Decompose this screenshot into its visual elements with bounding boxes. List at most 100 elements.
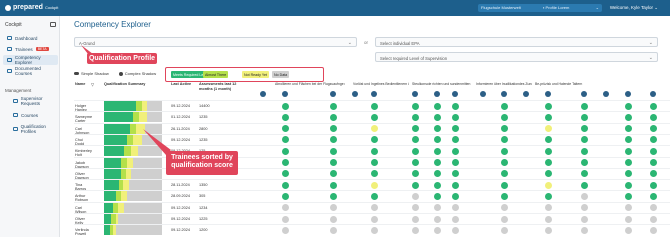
trainee-name[interactable]: Verlinda Powell xyxy=(75,228,89,236)
competency-status-icon[interactable] xyxy=(282,192,289,200)
competency-status-icon[interactable] xyxy=(412,170,419,178)
competency-status-icon[interactable] xyxy=(452,192,459,200)
competency-status-icon[interactable] xyxy=(330,159,337,166)
sidebar-item-courses[interactable]: Courses xyxy=(3,110,58,120)
competency-status-icon[interactable] xyxy=(330,136,337,144)
competency-status-icon[interactable] xyxy=(625,159,632,166)
competency-status-icon[interactable] xyxy=(501,204,508,212)
competency-status-icon[interactable] xyxy=(650,147,657,155)
competency-status-icon[interactable] xyxy=(452,181,459,189)
col-last-active[interactable]: Last Active xyxy=(171,82,191,86)
competency-status-icon[interactable] xyxy=(371,215,378,223)
epa-select[interactable]: Select individual EPA ⌄ xyxy=(375,37,658,47)
competency-status-icon[interactable] xyxy=(625,226,632,234)
competency-status-icon[interactable] xyxy=(501,147,508,155)
competency-status-icon[interactable] xyxy=(625,102,632,110)
competency-status-icon[interactable] xyxy=(282,170,289,178)
competency-status-icon[interactable] xyxy=(545,113,552,121)
competency-status-icon[interactable] xyxy=(581,170,588,178)
competency-status-icon[interactable] xyxy=(581,113,588,121)
competency-status-icon[interactable] xyxy=(412,215,419,223)
competency-status-icon[interactable] xyxy=(412,226,419,234)
competency-status-icon[interactable] xyxy=(282,204,289,212)
competency-status-icon[interactable] xyxy=(650,113,657,121)
competency-status-icon[interactable] xyxy=(501,215,508,223)
competency-status-icon[interactable] xyxy=(371,204,378,212)
competency-status-icon[interactable] xyxy=(452,113,459,121)
competency-status-icon[interactable] xyxy=(545,159,552,166)
competency-status-icon[interactable] xyxy=(545,192,552,200)
competency-status-icon[interactable] xyxy=(625,113,632,121)
competency-status-icon[interactable] xyxy=(501,192,508,200)
competency-status-icon[interactable] xyxy=(282,113,289,121)
competency-status-icon[interactable] xyxy=(434,204,441,212)
competency-status-icon[interactable] xyxy=(371,125,378,133)
competency-status-icon[interactable] xyxy=(371,226,378,234)
competency-status-icon[interactable] xyxy=(412,136,419,144)
filter-icon[interactable]: ▽ xyxy=(91,82,94,87)
sidebar-item-documented-courses[interactable]: Documented Courses xyxy=(3,66,58,76)
competency-status-icon[interactable] xyxy=(412,113,419,121)
supervision-select[interactable]: Select required Level of Supervision ⌄ xyxy=(375,52,658,62)
competency-status-icon[interactable] xyxy=(371,147,378,155)
competency-status-icon[interactable] xyxy=(501,181,508,189)
competency-status-icon[interactable] xyxy=(282,125,289,133)
competency-status-icon[interactable] xyxy=(452,125,459,133)
competency-status-icon[interactable] xyxy=(581,125,588,133)
competency-status-icon[interactable] xyxy=(452,147,459,155)
competency-status-icon[interactable] xyxy=(434,113,441,121)
competency-status-icon[interactable] xyxy=(330,170,337,178)
competency-status-icon[interactable] xyxy=(330,102,337,110)
competency-status-icon[interactable] xyxy=(330,226,337,234)
col-name[interactable]: Name xyxy=(75,82,85,86)
competency-status-icon[interactable] xyxy=(330,181,337,189)
competency-status-icon[interactable] xyxy=(452,136,459,144)
competency-status-icon[interactable] xyxy=(452,226,459,234)
competency-status-icon[interactable] xyxy=(371,181,378,189)
competency-status-icon[interactable] xyxy=(412,147,419,155)
competency-status-icon[interactable] xyxy=(412,159,419,166)
competency-status-icon[interactable] xyxy=(625,170,632,178)
competency-status-icon[interactable] xyxy=(330,147,337,155)
profile-select[interactable]: ▪ Profile Lorem ⌄ xyxy=(540,4,602,12)
competency-status-icon[interactable] xyxy=(581,181,588,189)
competency-status-icon[interactable] xyxy=(412,204,419,212)
competency-status-icon[interactable] xyxy=(434,215,441,223)
competency-status-icon[interactable] xyxy=(581,192,588,200)
sidebar-item-supervisor-requests[interactable]: Supervisor Requests xyxy=(3,96,58,106)
competency-status-icon[interactable] xyxy=(625,204,632,212)
competency-status-icon[interactable] xyxy=(434,170,441,178)
competency-status-icon[interactable] xyxy=(501,226,508,234)
competency-status-icon[interactable] xyxy=(371,159,378,166)
sidebar-item-qualification-profiles[interactable]: Qualification Profiles xyxy=(3,124,58,134)
competency-status-icon[interactable] xyxy=(282,159,289,166)
competency-status-icon[interactable] xyxy=(581,136,588,144)
competency-status-icon[interactable] xyxy=(650,102,657,110)
competency-status-icon[interactable] xyxy=(650,204,657,212)
competency-status-icon[interactable] xyxy=(282,226,289,234)
competency-status-icon[interactable] xyxy=(452,204,459,212)
competency-status-icon[interactable] xyxy=(452,102,459,110)
competency-status-icon[interactable] xyxy=(452,159,459,166)
competency-status-icon[interactable] xyxy=(625,136,632,144)
competency-status-icon[interactable] xyxy=(545,204,552,212)
sidebar-item-dashboard[interactable]: Dashboard xyxy=(3,33,58,43)
competency-status-icon[interactable] xyxy=(545,226,552,234)
competency-status-icon[interactable] xyxy=(371,170,378,178)
competency-status-icon[interactable] xyxy=(625,215,632,223)
competency-status-icon[interactable] xyxy=(371,113,378,121)
competency-status-icon[interactable] xyxy=(501,159,508,166)
competency-status-icon[interactable] xyxy=(412,181,419,189)
competency-status-icon[interactable] xyxy=(371,102,378,110)
sidebar-item-trainees[interactable]: Trainees BETA xyxy=(3,44,58,54)
welcome-menu[interactable]: Welcome, Kyle Taylor ⌄ xyxy=(610,5,658,11)
competency-status-icon[interactable] xyxy=(282,181,289,189)
competency-status-icon[interactable] xyxy=(545,136,552,144)
competency-status-icon[interactable] xyxy=(545,181,552,189)
competency-status-icon[interactable] xyxy=(650,170,657,178)
competency-status-icon[interactable] xyxy=(581,204,588,212)
competency-status-icon[interactable] xyxy=(282,136,289,144)
competency-status-icon[interactable] xyxy=(434,192,441,200)
competency-status-icon[interactable] xyxy=(330,215,337,223)
competency-status-icon[interactable] xyxy=(625,125,632,133)
